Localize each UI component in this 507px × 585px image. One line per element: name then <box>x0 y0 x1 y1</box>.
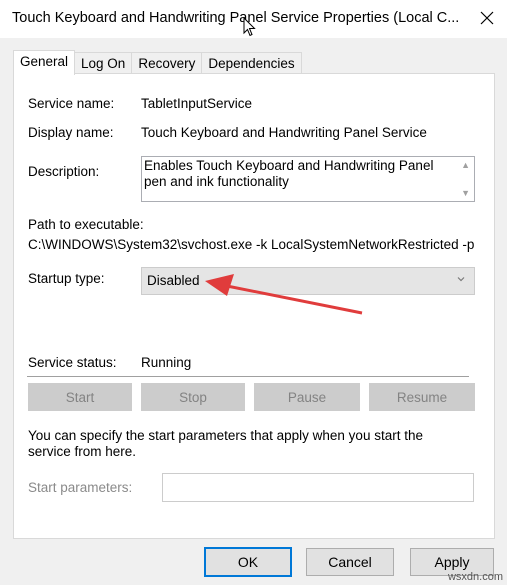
service-name-label: Service name: <box>28 96 115 111</box>
pause-button[interactable]: Pause <box>254 383 360 411</box>
start-params-help: You can specify the start parameters tha… <box>28 428 423 459</box>
path-label: Path to executable: <box>28 217 144 232</box>
tab-recovery[interactable]: Recovery <box>131 52 203 74</box>
start-button[interactable]: Start <box>28 383 132 411</box>
startup-type-label: Startup type: <box>28 271 105 286</box>
start-params-label: Start parameters: <box>28 480 133 495</box>
cancel-button[interactable]: Cancel <box>306 548 394 576</box>
description-field[interactable]: Enables Touch Keyboard and Handwriting P… <box>141 156 475 202</box>
path-value: C:\WINDOWS\System32\svchost.exe -k Local… <box>28 237 475 252</box>
service-status-label: Service status: <box>28 355 117 370</box>
mouse-cursor-icon <box>243 17 256 37</box>
scroll-up-icon[interactable]: ▲ <box>461 160 470 170</box>
resume-button[interactable]: Resume <box>369 383 475 411</box>
window-body: General Log On Recovery Dependencies Ser… <box>0 38 507 585</box>
tab-general[interactable]: General <box>13 50 76 75</box>
description-value: Enables Touch Keyboard and Handwriting P… <box>144 158 434 189</box>
scroll-down-icon[interactable]: ▼ <box>461 188 470 198</box>
description-label: Description: <box>28 164 100 179</box>
start-params-input[interactable] <box>162 473 474 502</box>
close-button[interactable] <box>477 8 497 28</box>
service-status-value: Running <box>141 355 192 370</box>
service-name-value: TabletInputService <box>141 96 253 111</box>
tab-strip: General Log On Recovery Dependencies <box>13 50 302 75</box>
chevron-down-icon <box>457 277 465 282</box>
startup-type-select[interactable]: Disabled <box>141 267 475 295</box>
ok-button[interactable]: OK <box>204 547 292 577</box>
tab-log-on[interactable]: Log On <box>74 52 133 74</box>
close-icon <box>480 11 494 25</box>
window-title: Touch Keyboard and Handwriting Panel Ser… <box>12 10 460 26</box>
display-name-label: Display name: <box>28 125 114 140</box>
divider <box>27 376 469 377</box>
watermark: wsxdn.com <box>447 571 503 583</box>
general-panel: Service name: TabletInputService Display… <box>13 73 495 539</box>
tab-dependencies[interactable]: Dependencies <box>201 52 302 74</box>
display-name-value: Touch Keyboard and Handwriting Panel Ser… <box>141 125 427 140</box>
startup-type-value: Disabled <box>147 273 200 288</box>
stop-button[interactable]: Stop <box>141 383 245 411</box>
